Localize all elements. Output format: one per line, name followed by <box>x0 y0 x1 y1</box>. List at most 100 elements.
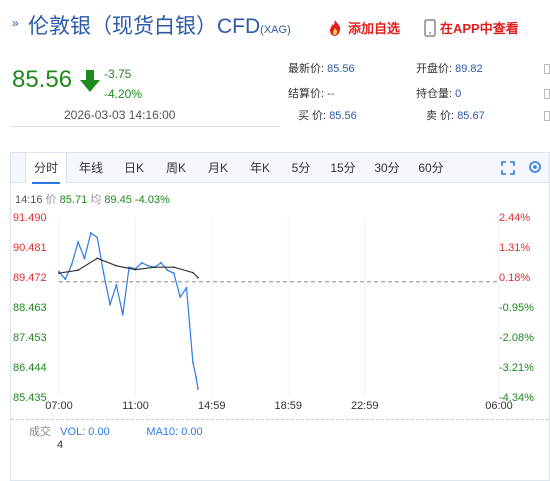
period-tabs: 分时 年线 日K 周K 月K 年K 5分 15分 30分 60分 <box>11 153 549 184</box>
crosshair-info: 14:16 价 85.71 均 89.45 -4.03% <box>15 191 170 207</box>
x-tick-label: 07:00 <box>45 400 73 412</box>
y-tick-label-left: 86.444 <box>13 362 47 374</box>
info-time: 14:16 <box>15 194 43 206</box>
open-interest-value: 0 <box>455 88 462 100</box>
price-change-block: -3.75 -4.20% <box>104 64 142 104</box>
chart-panel: 分时 年线 日K 周K 月K 年K 5分 15分 30分 60分 14:16 价… <box>10 152 550 481</box>
price-line-point <box>121 313 124 316</box>
open-interest-label: 持仓量: <box>416 88 453 100</box>
x-tick-label: 14:59 <box>198 400 226 412</box>
fullscreen-icon[interactable] <box>501 161 515 175</box>
average-line-point <box>197 276 199 279</box>
average-line-point <box>153 266 156 269</box>
price-line-point <box>109 303 111 306</box>
price-line-point <box>172 272 175 275</box>
settlement-row: 结算价: -- <box>288 85 334 101</box>
average-line-point <box>134 268 137 271</box>
settings-icon[interactable] <box>527 159 543 175</box>
price-line-point <box>160 261 162 264</box>
price-line-point <box>195 376 198 379</box>
price-line-point <box>70 263 73 266</box>
price-line-point <box>77 241 80 243</box>
title-text: 伦敦银（现货白银）CFD <box>28 15 261 38</box>
tab-year-line[interactable]: 年线 <box>71 153 111 183</box>
tab-intraday[interactable]: 分时 <box>25 153 67 184</box>
y-tick-label-right: 0.18% <box>499 272 530 284</box>
title-bar: » 伦敦银（现货白银）CFD(XAG) 添加自选 在APP中查看 <box>0 0 550 52</box>
y-tick-label-right: -2.08% <box>499 332 534 344</box>
edge-marker-icon <box>544 111 550 121</box>
flame-icon <box>330 19 341 36</box>
ask-row: 卖 价: 85.67 <box>416 107 485 123</box>
quote-timestamp: 2026-03-03 14:16:00 <box>64 108 176 122</box>
volume-info: 成交 VOL: 0.00 MA10: 0.00 <box>29 423 203 439</box>
x-tick-label: 18:59 <box>274 400 302 412</box>
settlement-label: 结算价: <box>288 88 325 100</box>
settlement-value: -- <box>327 88 335 100</box>
ask-value: 85.67 <box>457 110 485 122</box>
double-chevron-icon: » <box>12 16 19 30</box>
down-arrow-icon <box>80 70 100 92</box>
latest-price-label: 最新价: <box>288 63 325 75</box>
price-line-point <box>185 287 188 289</box>
average-line-point <box>77 269 80 272</box>
y-tick-label-left: 87.453 <box>13 332 47 344</box>
x-tick-label: 06:00 <box>485 400 513 412</box>
tab-15min[interactable]: 15分 <box>323 153 363 183</box>
average-line-point <box>115 264 118 267</box>
edge-marker-icon <box>544 64 550 74</box>
tab-weekly-k[interactable]: 周K <box>157 153 195 183</box>
y-tick-label-left: 85.435 <box>13 392 47 404</box>
volume-label: 成交 <box>29 426 51 438</box>
open-value: 89.82 <box>455 63 483 75</box>
bid-label: 买 价: <box>298 110 327 122</box>
tab-60min[interactable]: 60分 <box>411 153 451 183</box>
info-price-label: 价 <box>45 194 57 206</box>
y-tick-label-right: 1.31% <box>499 242 530 254</box>
price-line-point <box>115 284 118 286</box>
open-interest-row: 持仓量: 0 <box>416 85 461 101</box>
phone-icon <box>424 18 436 37</box>
latest-price-row: 最新价: 85.56 <box>288 60 355 76</box>
average-line-point <box>96 257 99 260</box>
x-tick-label: 11:00 <box>122 400 149 412</box>
add-to-watchlist-button[interactable]: 添加自选 <box>326 18 400 37</box>
intraday-chart[interactable]: 91.490 90.481 89.472 88.463 87.453 86.444 85.4… <box>11 209 549 412</box>
title-code: (XAG) <box>260 24 291 36</box>
y-tick-label-left: 90.481 <box>13 242 47 254</box>
price-change-percent: -4.20% <box>104 87 143 101</box>
tab-30min[interactable]: 30分 <box>367 153 407 183</box>
tab-daily-k[interactable]: 日K <box>115 153 153 183</box>
divider <box>10 126 280 127</box>
price-line-point <box>192 361 194 364</box>
price-line-point <box>179 296 182 298</box>
volume-value: VOL: 0.00 <box>60 426 110 438</box>
bid-row: 买 价: 85.56 <box>288 107 357 123</box>
y-tick-label-right: -3.21% <box>499 362 534 374</box>
y-tick-label-right: 2.44% <box>499 212 530 224</box>
edge-marker-icon <box>544 89 550 99</box>
price-line-point <box>64 278 67 281</box>
current-price: 85.56 <box>12 66 73 93</box>
price-line-point <box>147 264 150 267</box>
y-tick-label-left: 91.490 <box>13 212 47 224</box>
tab-yearly-k[interactable]: 年K <box>241 153 279 183</box>
tab-monthly-k[interactable]: 月K <box>199 153 237 183</box>
volume-divider <box>11 419 549 420</box>
average-line-point <box>58 272 60 275</box>
bid-value: 85.56 <box>329 110 357 122</box>
price-line-point <box>197 387 199 390</box>
open-row: 开盘价: 89.82 <box>416 60 483 76</box>
y-tick-label-right: -0.95% <box>499 302 534 314</box>
average-line-point <box>192 271 194 274</box>
info-price: 85.71 <box>59 194 88 206</box>
view-in-app-button[interactable]: 在APP中查看 <box>424 18 519 37</box>
open-label: 开盘价: <box>416 63 453 75</box>
info-avg-label: 均 <box>90 194 102 206</box>
add-to-watchlist-label: 添加自选 <box>348 21 401 36</box>
latest-price-value: 85.56 <box>327 63 355 75</box>
info-avg: 89.45 <box>104 194 132 206</box>
page-title: 伦敦银（现货白银）CFD(XAG) <box>28 10 291 40</box>
tab-5min[interactable]: 5分 <box>283 153 319 183</box>
price-line-point <box>166 269 169 272</box>
